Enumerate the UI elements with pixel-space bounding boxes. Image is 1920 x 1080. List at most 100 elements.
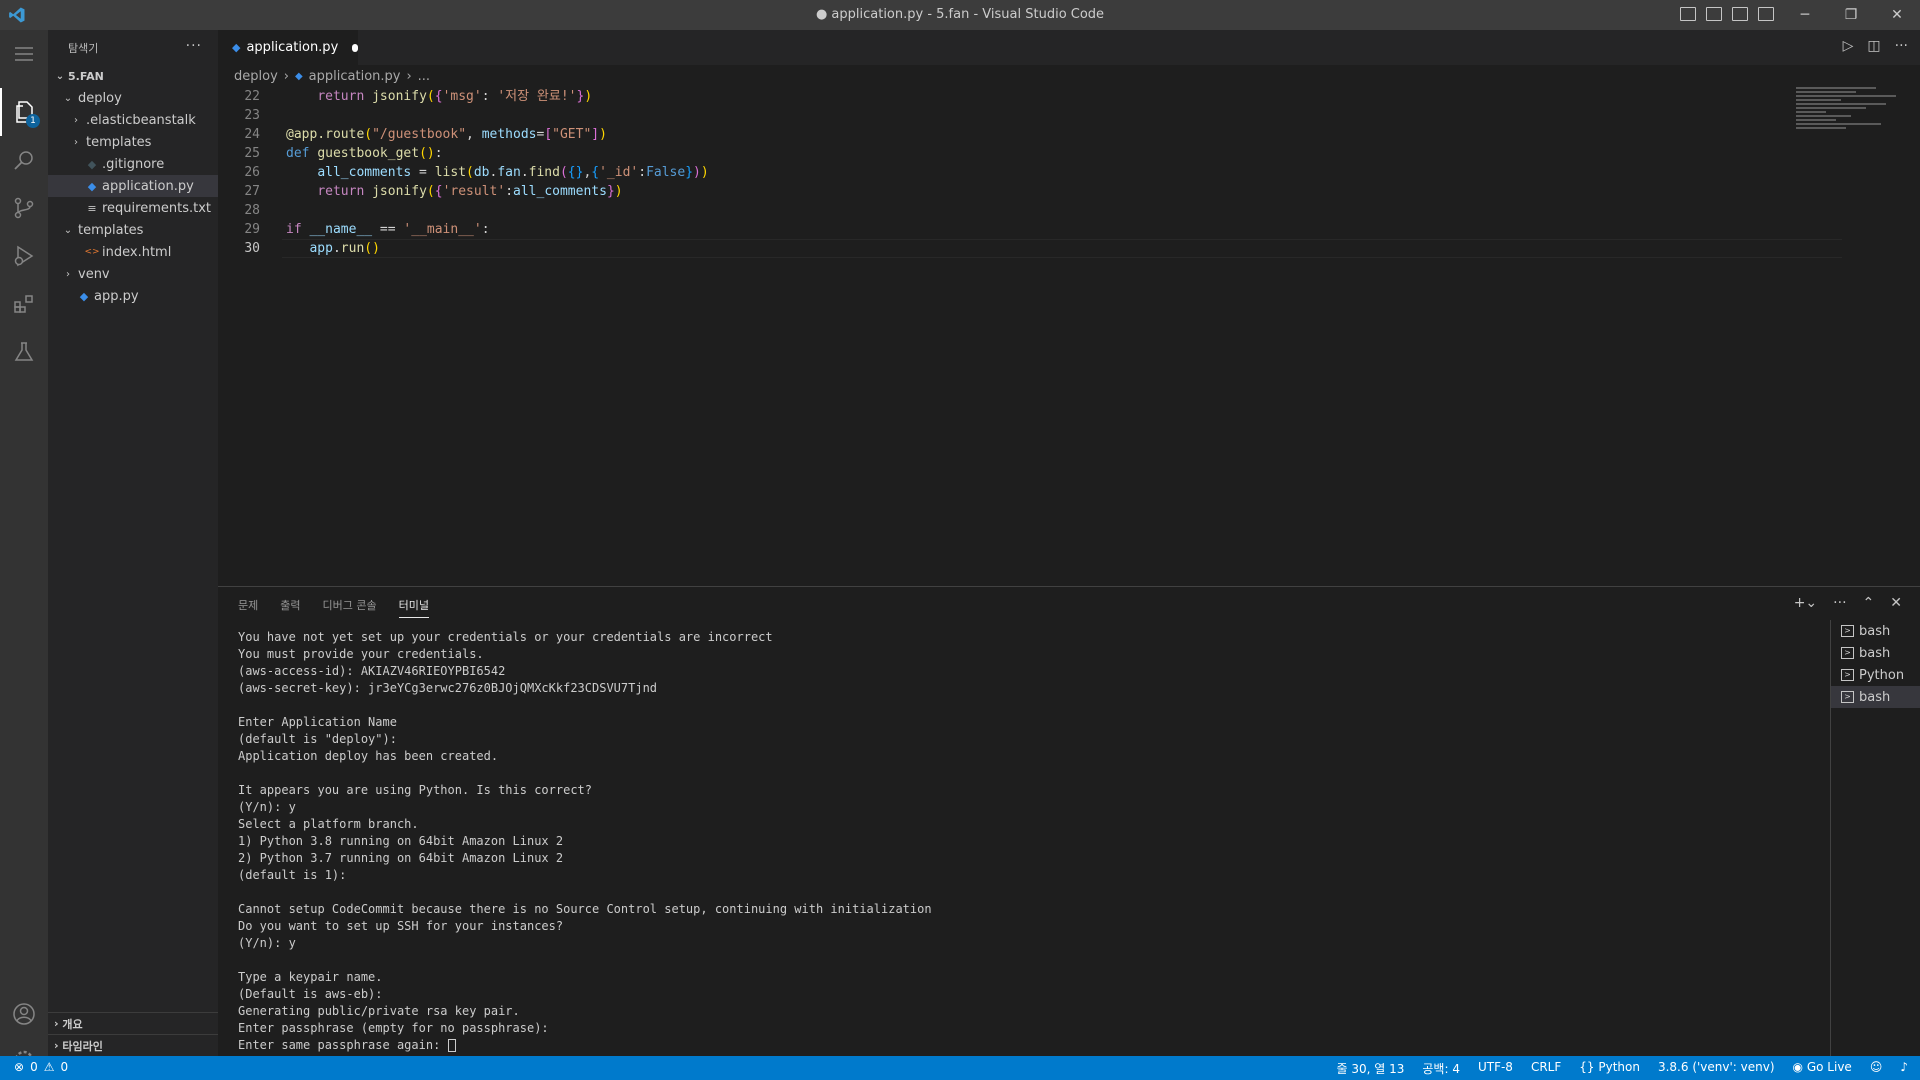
tree-root-folder[interactable]: ⌄ 5.FAN: [48, 65, 218, 87]
tab-output[interactable]: 출력: [280, 597, 300, 618]
chevron-right-icon: ›: [66, 268, 70, 280]
tab-problems[interactable]: 문제: [238, 597, 258, 618]
tree-item[interactable]: <> index.html: [48, 241, 218, 263]
warning-count[interactable]: 0: [60, 1060, 68, 1074]
tree-item[interactable]: ⌄ templates: [48, 219, 218, 241]
explorer-icon[interactable]: 1: [0, 88, 48, 136]
extensions-icon[interactable]: [0, 280, 48, 328]
text-file-icon: ≡: [87, 201, 97, 215]
python-interpreter[interactable]: 3.8.6 ('venv': venv): [1658, 1060, 1775, 1077]
new-terminal-icon[interactable]: +⌄: [1794, 595, 1817, 611]
tree-item[interactable]: ≡ requirements.txt: [48, 197, 218, 219]
end-of-line[interactable]: CRLF: [1531, 1060, 1561, 1077]
tree-item[interactable]: ⌄ deploy: [48, 87, 218, 109]
tab-label: application.py: [246, 40, 339, 55]
terminal-line: Enter passphrase (empty for no passphras…: [238, 1021, 549, 1035]
code-text: all_comments = list(db.fan.find({},{'_id…: [317, 165, 709, 180]
terminal-line: Do you want to set up SSH for your insta…: [238, 919, 564, 933]
maximize-button[interactable]: ❐: [1828, 0, 1874, 30]
explorer-sidebar: 탐색기 ··· ⌄ 5.FAN ⌄ deploy › .elasticbeanstal…: [48, 30, 218, 1056]
breadcrumb-folder[interactable]: deploy: [234, 69, 278, 84]
tab-terminal[interactable]: 터미널: [398, 597, 429, 618]
line-number: 24: [244, 127, 260, 142]
outline-section[interactable]: › 개요: [48, 1012, 218, 1034]
terminal-line: (default is 1):: [238, 868, 347, 882]
terminal-line: You must provide your credentials.: [238, 647, 484, 661]
breadcrumb-symbol[interactable]: ...: [418, 69, 430, 84]
tree-item-label: application.py: [102, 178, 194, 194]
tree-item[interactable]: › templates: [48, 131, 218, 153]
tab-application-py[interactable]: ◆ application.py: [218, 30, 358, 65]
toggle-primary-sidebar-icon[interactable]: [1680, 7, 1696, 21]
language-mode[interactable]: {} Python: [1579, 1060, 1640, 1077]
close-window-button[interactable]: ✕: [1874, 0, 1920, 30]
chevron-right-icon: ›: [74, 114, 78, 126]
split-editor-icon[interactable]: ◫: [1867, 38, 1880, 54]
terminal-instance[interactable]: > bash: [1831, 620, 1920, 642]
error-count[interactable]: 0: [30, 1060, 38, 1074]
terminal-line: Application deploy has been created.: [238, 749, 499, 763]
minimap[interactable]: [1796, 87, 1906, 157]
terminal-instance[interactable]: > bash: [1831, 686, 1920, 708]
current-line-highlight: [282, 239, 1842, 258]
terminal-instance-label: bash: [1859, 623, 1891, 639]
run-debug-icon[interactable]: [0, 232, 48, 280]
warning-icon[interactable]: ⚠: [44, 1060, 55, 1074]
toggle-panel-icon[interactable]: [1706, 7, 1722, 21]
tab-debug-console[interactable]: 디버그 콘솔: [323, 597, 377, 618]
testing-icon[interactable]: [0, 328, 48, 376]
terminal-output[interactable]: You have not yet set up your credentials…: [238, 629, 1838, 1054]
line-number: 26: [244, 165, 260, 180]
timeline-section[interactable]: › 타임라인: [48, 1034, 218, 1056]
tree-item-label: deploy: [78, 90, 122, 106]
encoding[interactable]: UTF-8: [1478, 1060, 1513, 1077]
indentation[interactable]: 공백: 4: [1422, 1060, 1460, 1077]
tree-item[interactable]: › venv: [48, 263, 218, 285]
cursor-position[interactable]: 줄 30, 열 13: [1336, 1060, 1404, 1077]
breadcrumb-file[interactable]: application.py: [309, 69, 401, 84]
panel-more-icon[interactable]: ···: [1833, 595, 1846, 611]
tree-item-label: templates: [86, 134, 152, 150]
customize-layout-icon[interactable]: [1758, 7, 1774, 21]
breadcrumb: deploy › ◆ application.py › ...: [218, 65, 1920, 87]
explorer-header: 탐색기 ···: [48, 30, 218, 65]
maximize-panel-icon[interactable]: ⌃: [1863, 595, 1875, 611]
run-file-icon[interactable]: ▷: [1843, 38, 1854, 54]
feedback-icon[interactable]: ☺: [1870, 1060, 1883, 1077]
explorer-more-icon[interactable]: ···: [186, 38, 202, 54]
terminal-instance[interactable]: > Python: [1831, 664, 1920, 686]
minimize-button[interactable]: ─: [1782, 0, 1828, 30]
close-panel-icon[interactable]: ✕: [1890, 595, 1902, 611]
title-bar: ● application.py - 5.fan - Visual Studio…: [0, 0, 1920, 30]
tree-item[interactable]: › .elasticbeanstalk: [48, 109, 218, 131]
menu-icon[interactable]: [0, 30, 48, 78]
terminal-line: (Y/n): y: [238, 936, 296, 950]
terminal-icon: >: [1841, 669, 1854, 681]
code-editor[interactable]: 22 return jsonify({'msg': '저장 완료!'}) 23 24…: [218, 87, 1920, 586]
tree-item[interactable]: ◆ .gitignore: [48, 153, 218, 175]
error-icon[interactable]: ⊗: [14, 1060, 24, 1074]
tree-item-label: venv: [78, 266, 110, 282]
line-number: 22: [244, 89, 260, 104]
timeline-label: 타임라인: [62, 1039, 103, 1053]
tree-item-label: .elasticbeanstalk: [86, 112, 196, 128]
notifications-bell-icon[interactable]: ♪: [1900, 1060, 1908, 1077]
terminal-prompt-line[interactable]: Enter same passphrase again:: [238, 1037, 1838, 1054]
go-live-button[interactable]: ◉ Go Live: [1793, 1060, 1852, 1077]
terminal-instance-label: bash: [1859, 645, 1891, 661]
accounts-icon[interactable]: [0, 990, 48, 1038]
line-number: 23: [244, 108, 260, 123]
toggle-secondary-sidebar-icon[interactable]: [1732, 7, 1748, 21]
terminal-line: Generating public/private rsa key pair.: [238, 1004, 520, 1018]
search-icon[interactable]: [0, 136, 48, 184]
terminal-instance[interactable]: > bash: [1831, 642, 1920, 664]
tree-item[interactable]: ◆ application.py: [48, 175, 218, 197]
tree-item[interactable]: ◆ app.py: [48, 285, 218, 307]
editor-more-icon[interactable]: ···: [1895, 38, 1908, 54]
git-file-icon: ◆: [87, 157, 97, 171]
terminal-instance-label: bash: [1859, 689, 1891, 705]
unsaved-dot-icon[interactable]: [352, 43, 358, 52]
source-control-icon[interactable]: [0, 184, 48, 232]
